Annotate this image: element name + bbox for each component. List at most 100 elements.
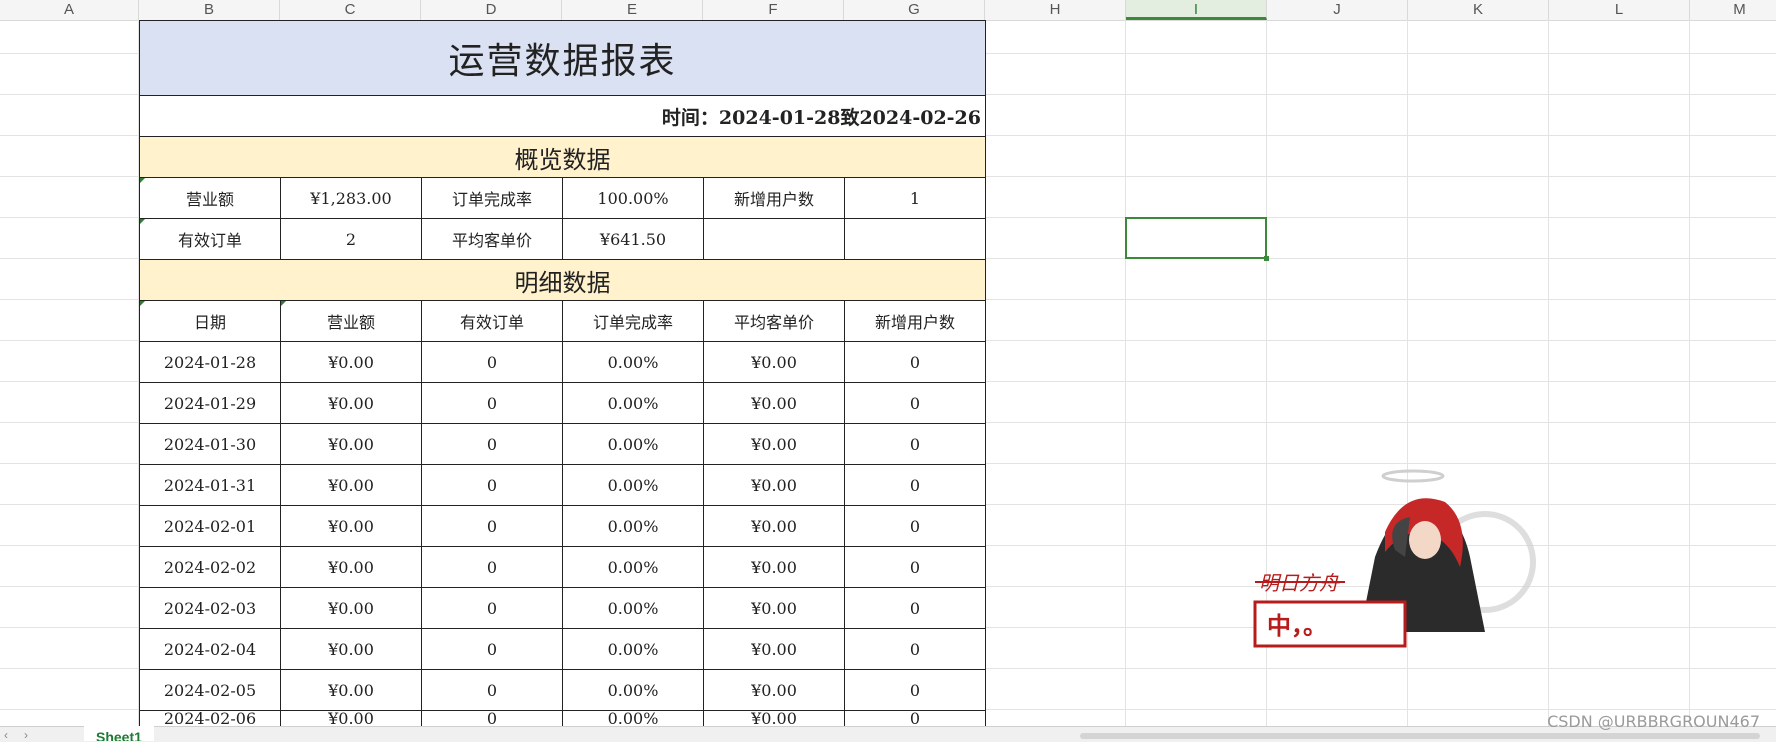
detail-data-cell[interactable]: 0.00% <box>562 628 704 670</box>
detail-data-cell[interactable]: 0 <box>421 669 563 711</box>
detail-data-cell[interactable]: ¥0.00 <box>703 423 845 465</box>
detail-data-cell[interactable]: 0.00% <box>562 505 704 547</box>
detail-data-cell[interactable]: 0 <box>844 628 986 670</box>
detail-data-cell[interactable]: ¥0.00 <box>703 587 845 629</box>
detail-header-cell[interactable]: 平均客单价 <box>703 300 845 342</box>
detail-data-cell[interactable]: ¥0.00 <box>703 464 845 506</box>
detail-header-cell[interactable]: 日期 <box>139 300 281 342</box>
detail-data-cell[interactable]: 0.00% <box>562 382 704 424</box>
detail-data-cell[interactable]: ¥0.00 <box>703 709 845 728</box>
column-header-l[interactable]: L <box>1549 0 1690 20</box>
detail-data-cell[interactable]: 0 <box>844 546 986 588</box>
detail-data-cell[interactable]: ¥0.00 <box>703 341 845 383</box>
detail-data-cell[interactable]: 2024-01-28 <box>139 341 281 383</box>
column-header-e[interactable]: E <box>562 0 703 20</box>
prev-sheet-icon[interactable]: ‹ <box>4 728 8 742</box>
detail-data-cell[interactable]: 2024-02-01 <box>139 505 281 547</box>
detail-section-title[interactable]: 明细数据 <box>139 259 986 301</box>
column-header-j[interactable]: J <box>1267 0 1408 20</box>
detail-header-cell[interactable]: 新增用户数 <box>844 300 986 342</box>
detail-data-cell[interactable]: ¥0.00 <box>703 505 845 547</box>
detail-data-cell[interactable]: 0 <box>421 546 563 588</box>
detail-data-cell[interactable]: 0.00% <box>562 546 704 588</box>
detail-data-cell[interactable]: 2024-01-31 <box>139 464 281 506</box>
detail-header-cell[interactable]: 营业额 <box>280 300 422 342</box>
detail-data-cell[interactable]: 0.00% <box>562 587 704 629</box>
detail-data-cell[interactable]: 2024-02-03 <box>139 587 281 629</box>
detail-data-cell[interactable]: 0 <box>421 628 563 670</box>
column-header-b[interactable]: B <box>139 0 280 20</box>
next-sheet-icon[interactable]: › <box>24 728 28 742</box>
detail-data-cell[interactable]: ¥0.00 <box>280 546 422 588</box>
column-header-f[interactable]: F <box>703 0 844 20</box>
detail-data-cell[interactable]: 0.00% <box>562 464 704 506</box>
detail-data-cell[interactable]: 0 <box>421 587 563 629</box>
overview-cell[interactable] <box>703 218 845 260</box>
detail-data-cell[interactable]: 0 <box>844 382 986 424</box>
column-header-d[interactable]: D <box>421 0 562 20</box>
detail-data-cell[interactable]: ¥0.00 <box>280 628 422 670</box>
report-date-range[interactable]: 时间：2024-01-28致2024-02-26 <box>139 95 986 137</box>
detail-data-cell[interactable]: 0 <box>421 382 563 424</box>
overview-cell[interactable]: 平均客单价 <box>421 218 563 260</box>
overview-cell[interactable] <box>844 218 986 260</box>
detail-data-cell[interactable]: 0.00% <box>562 669 704 711</box>
detail-data-cell[interactable]: ¥0.00 <box>280 709 422 728</box>
overview-cell[interactable]: 有效订单 <box>139 218 281 260</box>
detail-data-cell[interactable]: 0 <box>421 341 563 383</box>
column-header-g[interactable]: G <box>844 0 985 20</box>
overview-cell[interactable]: 营业额 <box>139 177 281 219</box>
detail-data-cell[interactable]: ¥0.00 <box>703 669 845 711</box>
detail-data-cell[interactable]: ¥0.00 <box>703 546 845 588</box>
detail-data-cell[interactable]: 0.00% <box>562 341 704 383</box>
detail-data-cell[interactable]: 0.00% <box>562 709 704 728</box>
overview-cell[interactable]: 2 <box>280 218 422 260</box>
detail-data-cell[interactable]: 0 <box>844 709 986 728</box>
detail-data-cell[interactable]: 2024-01-29 <box>139 382 281 424</box>
detail-data-cell[interactable]: 0 <box>844 423 986 465</box>
detail-data-cell[interactable]: ¥0.00 <box>280 341 422 383</box>
detail-data-cell[interactable]: 2024-01-30 <box>139 423 281 465</box>
detail-header-cell[interactable]: 订单完成率 <box>562 300 704 342</box>
detail-data-cell[interactable]: 2024-02-06 <box>139 709 281 728</box>
column-header-c[interactable]: C <box>280 0 421 20</box>
detail-data-cell[interactable]: 0 <box>844 464 986 506</box>
column-header-k[interactable]: K <box>1408 0 1549 20</box>
overview-cell[interactable]: 1 <box>844 177 986 219</box>
overview-section-title[interactable]: 概览数据 <box>139 136 986 178</box>
overview-cell[interactable]: ¥641.50 <box>562 218 704 260</box>
overview-cell[interactable]: 100.00% <box>562 177 704 219</box>
sheet-tab-sheet1[interactable]: Sheet1 <box>84 726 154 741</box>
detail-data-cell[interactable]: 2024-02-02 <box>139 546 281 588</box>
overview-cell[interactable]: 订单完成率 <box>421 177 563 219</box>
detail-data-cell[interactable]: 2024-02-05 <box>139 669 281 711</box>
column-header-m[interactable]: M <box>1690 0 1776 20</box>
overview-cell[interactable]: ¥1,283.00 <box>280 177 422 219</box>
detail-data-cell[interactable]: 0 <box>421 464 563 506</box>
detail-data-cell[interactable]: ¥0.00 <box>280 505 422 547</box>
detail-data-cell[interactable]: 0 <box>844 505 986 547</box>
detail-data-cell[interactable]: ¥0.00 <box>280 587 422 629</box>
column-header-h[interactable]: H <box>985 0 1126 20</box>
detail-data-cell[interactable]: 0 <box>844 587 986 629</box>
detail-data-cell[interactable]: 0 <box>421 505 563 547</box>
detail-data-cell[interactable]: ¥0.00 <box>703 382 845 424</box>
detail-data-cell[interactable]: 2024-02-04 <box>139 628 281 670</box>
report-title[interactable]: 运营数据报表 <box>139 20 986 96</box>
detail-data-cell[interactable]: ¥0.00 <box>703 628 845 670</box>
detail-data-cell[interactable]: 0 <box>844 341 986 383</box>
detail-data-cell[interactable]: 0.00% <box>562 423 704 465</box>
detail-data-cell[interactable]: ¥0.00 <box>280 382 422 424</box>
overview-cell[interactable]: 新增用户数 <box>703 177 845 219</box>
horizontal-scrollbar[interactable] <box>1080 733 1760 739</box>
detail-data-cell[interactable]: ¥0.00 <box>280 669 422 711</box>
detail-data-cell[interactable]: 0 <box>421 423 563 465</box>
column-header-a[interactable]: A <box>0 0 139 20</box>
detail-data-cell[interactable]: 0 <box>844 669 986 711</box>
detail-data-cell[interactable]: 0 <box>421 709 563 728</box>
fill-handle[interactable] <box>1264 256 1269 261</box>
detail-header-cell[interactable]: 有效订单 <box>421 300 563 342</box>
column-header-i[interactable]: I <box>1126 0 1267 20</box>
detail-data-cell[interactable]: ¥0.00 <box>280 464 422 506</box>
selected-cell[interactable] <box>1125 217 1269 261</box>
